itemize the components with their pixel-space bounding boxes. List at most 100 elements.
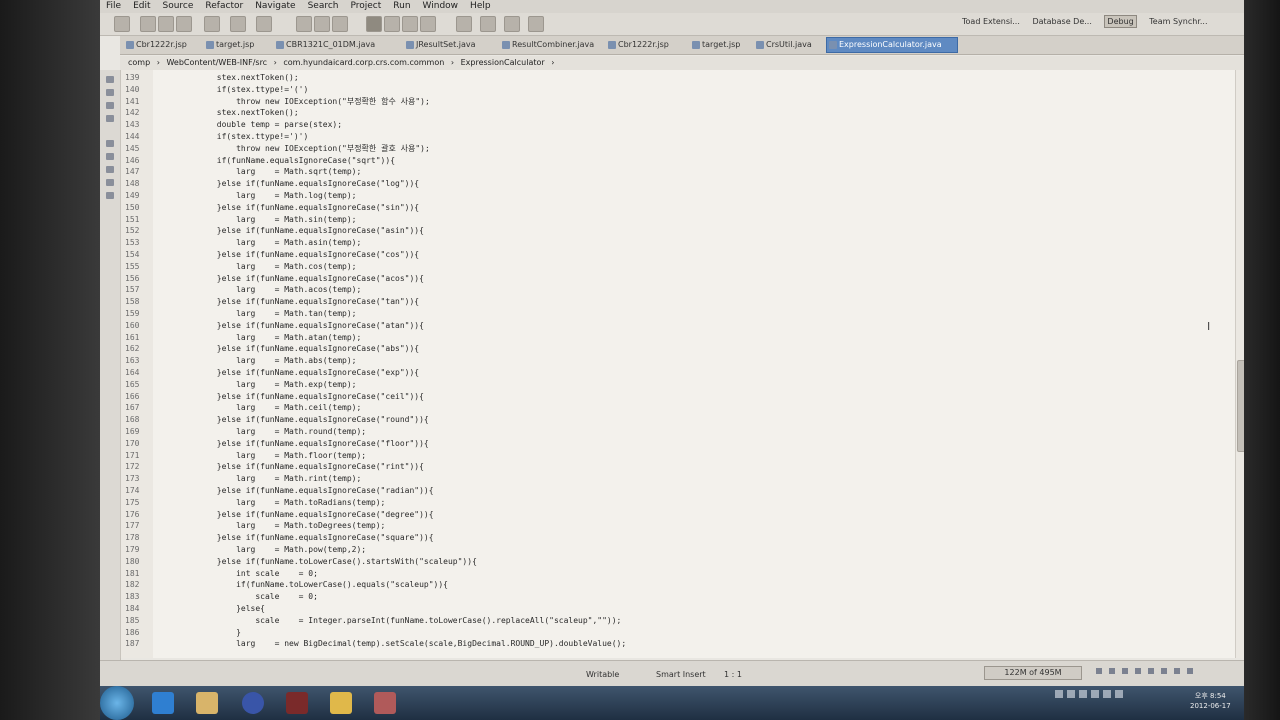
line-number: 155: [125, 261, 140, 271]
server-icon[interactable]: [1148, 668, 1154, 674]
perspective-toad[interactable]: Toad Extensi...: [962, 17, 1020, 26]
toggle-breadcrumb-icon[interactable]: [366, 16, 382, 32]
servers-icon[interactable]: [106, 166, 114, 173]
problems-icon[interactable]: [106, 140, 114, 147]
breadcrumb-project[interactable]: comp: [128, 56, 150, 70]
menu-help[interactable]: Help: [464, 0, 497, 13]
save-all-icon[interactable]: [158, 16, 174, 32]
tab-expressioncalculator-java[interactable]: ExpressionCalculator.java: [826, 37, 958, 53]
code-text: }else if(funName.equalsIgnoreCase("asin"…: [159, 226, 424, 236]
bookmark-icon[interactable]: [1122, 668, 1128, 674]
menu-project[interactable]: Project: [344, 0, 387, 13]
network-icon[interactable]: [1079, 690, 1087, 698]
line-number: 147: [125, 167, 140, 177]
menu-navigate[interactable]: Navigate: [249, 0, 301, 13]
menu-edit[interactable]: Edit: [127, 0, 156, 13]
vertical-scrollbar[interactable]: [1235, 70, 1244, 658]
perspective-database[interactable]: Database De...: [1032, 17, 1091, 26]
start-button-icon[interactable]: [100, 686, 134, 720]
forward-icon[interactable]: [528, 16, 544, 32]
menu-search[interactable]: Search: [302, 0, 345, 13]
jsp-file-icon: [608, 41, 616, 49]
flag-icon[interactable]: [1103, 690, 1111, 698]
code-editor[interactable]: 139 stex.nextToken(); 140 if(stex.ttype!=…: [120, 70, 1244, 658]
tab-resultcombiner-java[interactable]: ResultCombiner.java: [500, 38, 594, 52]
external-tools-icon[interactable]: [256, 16, 272, 32]
open-resource-icon[interactable]: [314, 16, 330, 32]
new-icon[interactable]: [114, 16, 130, 32]
menu-refactor[interactable]: Refactor: [199, 0, 249, 13]
eclipse-icon[interactable]: [242, 692, 264, 714]
block-selection-icon[interactable]: [402, 16, 418, 32]
tab-target-jsp-2[interactable]: target.jsp: [690, 38, 740, 52]
back-icon[interactable]: [504, 16, 520, 32]
package-explorer-icon[interactable]: [106, 76, 114, 83]
outline-icon[interactable]: [106, 115, 114, 122]
print-icon[interactable]: [176, 16, 192, 32]
menu-source[interactable]: Source: [157, 0, 200, 13]
line-number: 152: [125, 226, 140, 236]
trash-icon[interactable]: [1096, 668, 1102, 674]
mark-occurrences-icon[interactable]: [384, 16, 400, 32]
line-number: 187: [125, 639, 140, 649]
sync-icon[interactable]: [1161, 668, 1167, 674]
breadcrumb-package[interactable]: com.hyundaicard.corp.crs.com.common: [283, 56, 444, 70]
java-file-icon: [829, 41, 837, 49]
tab-jresultset-java[interactable]: JResultSet.java: [404, 38, 476, 52]
heap-memory-indicator[interactable]: 122M of 495M: [984, 666, 1082, 680]
tab-cbr1222r-jsp[interactable]: Cbr1222r.jsp: [124, 38, 187, 52]
navigator-icon[interactable]: [106, 102, 114, 109]
language-icon[interactable]: [1055, 690, 1063, 698]
monitor-bezel-left: [0, 0, 100, 720]
toad-icon[interactable]: [330, 692, 352, 714]
console-icon[interactable]: [1174, 668, 1180, 674]
line-number: 166: [125, 391, 140, 401]
volume-icon[interactable]: [1091, 690, 1099, 698]
show-whitespace-icon[interactable]: [420, 16, 436, 32]
tab-cbr1321c-java[interactable]: CBR1321C_01DM.java: [274, 38, 375, 52]
internet-explorer-icon[interactable]: [152, 692, 174, 714]
tab-crsutil-java[interactable]: CrsUtil.java: [754, 38, 812, 52]
open-type-icon[interactable]: [296, 16, 312, 32]
left-view-toolbar: [100, 70, 121, 660]
ime-icon[interactable]: [1067, 690, 1075, 698]
perspective-debug[interactable]: Debug: [1104, 15, 1137, 28]
menu-file[interactable]: File: [100, 0, 127, 13]
status-writable: Writable: [586, 670, 620, 679]
run-icon[interactable]: [230, 16, 246, 32]
progress-icon[interactable]: [1135, 668, 1141, 674]
search-icon[interactable]: [332, 16, 348, 32]
code-text: }else if(funName.equalsIgnoreCase("degre…: [159, 509, 434, 519]
menu-window[interactable]: Window: [417, 0, 465, 13]
line-number: 171: [125, 450, 140, 460]
code-text: larg = Math.floor(temp);: [159, 450, 367, 460]
snippets-icon[interactable]: [106, 192, 114, 199]
console-icon[interactable]: [106, 153, 114, 160]
tab-cbr1222r-jsp-2[interactable]: Cbr1222r.jsp: [606, 38, 669, 52]
code-text: }else if(funName.equalsIgnoreCase("rint"…: [159, 462, 424, 472]
scrollbar-thumb[interactable]: [1237, 360, 1244, 452]
menu-bar: File Edit Source Refactor Navigate Search Proj…: [100, 0, 1244, 13]
breadcrumb-class[interactable]: ExpressionCalculator: [461, 56, 545, 70]
status-cursor-position: 1 : 1: [724, 670, 742, 679]
hierarchy-icon[interactable]: [106, 89, 114, 96]
mail-icon[interactable]: [1187, 668, 1193, 674]
line-number: 183: [125, 592, 140, 602]
next-annotation-icon[interactable]: [456, 16, 472, 32]
task-icon[interactable]: [1109, 668, 1115, 674]
line-number: 154: [125, 250, 140, 259]
breadcrumb-source-folder[interactable]: WebContent/WEB-INF/src: [166, 56, 267, 70]
previous-annotation-icon[interactable]: [480, 16, 496, 32]
code-text: }else if(funName.equalsIgnoreCase("tan")…: [159, 297, 420, 307]
tab-target-jsp[interactable]: target.jsp: [204, 38, 254, 52]
app-icon[interactable]: [286, 692, 308, 714]
menu-run[interactable]: Run: [387, 0, 416, 13]
perspective-team[interactable]: Team Synchr...: [1149, 17, 1207, 26]
data-source-icon[interactable]: [106, 179, 114, 186]
battery-icon[interactable]: [1115, 690, 1123, 698]
save-icon[interactable]: [140, 16, 156, 32]
debug-run-icon[interactable]: [204, 16, 220, 32]
file-explorer-icon[interactable]: [196, 692, 218, 714]
remote-desktop-icon[interactable]: [374, 692, 396, 714]
taskbar-clock[interactable]: 오후 8:54 2012-06-17: [1190, 691, 1231, 711]
